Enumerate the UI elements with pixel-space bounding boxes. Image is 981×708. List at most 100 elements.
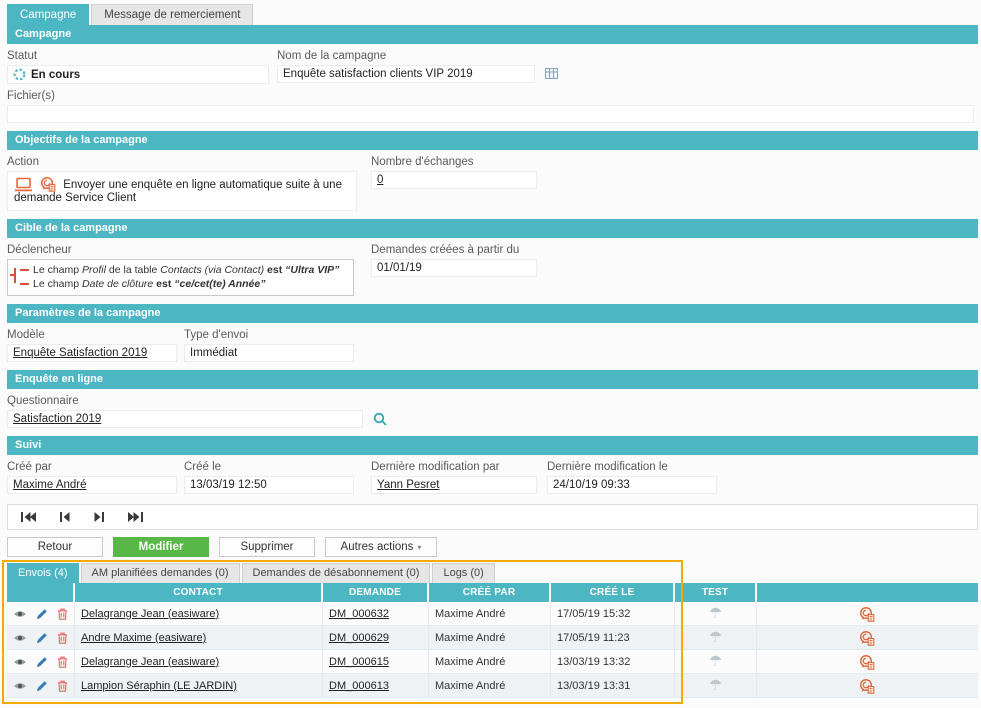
supprimer-button[interactable]: Supprimer <box>219 537 315 557</box>
table-row: Delagrange Jean (easiware) DM_000615 Max… <box>7 650 978 674</box>
view-eye-icon[interactable] <box>13 681 27 691</box>
section-parametres-title: Paramètres de la campagne <box>7 304 978 323</box>
delete-trash-icon[interactable] <box>57 608 68 620</box>
action-value: Envoyer une enquête en ligne automatique… <box>14 179 342 204</box>
cree-le-cell: 17/05/19 15:32 <box>551 602 675 625</box>
lookup-grid-icon[interactable] <box>545 68 558 79</box>
declencheur-label: Déclencheur <box>7 244 371 256</box>
edit-pencil-icon[interactable] <box>36 632 48 644</box>
questionnaire-label: Questionnaire <box>7 395 79 407</box>
demande-cell: DM_000629 <box>323 626 429 649</box>
rule-branch-icon <box>20 283 29 285</box>
fichiers-field[interactable] <box>7 105 974 123</box>
survey-bubble-icon[interactable] <box>859 606 876 622</box>
echanges-field[interactable]: 0 <box>371 171 537 189</box>
col-test[interactable]: TEST <box>675 583 757 602</box>
declencheur-rules: Le champ Profil de la table Contacts (vi… <box>7 259 354 296</box>
row-actions-cell <box>7 602 75 625</box>
contact-cell: Delagrange Jean (easiware) <box>75 650 323 673</box>
modifier-button[interactable]: Modifier <box>113 537 209 557</box>
contact-link[interactable]: Delagrange Jean (easiware) <box>81 608 219 620</box>
action-label: Action <box>7 156 371 168</box>
delete-trash-icon[interactable] <box>57 680 68 692</box>
cree-par-cell: Maxime André <box>429 602 551 625</box>
demande-link[interactable]: DM_000613 <box>329 680 389 692</box>
test-cell: ☂ <box>675 650 757 673</box>
retour-button[interactable]: Retour <box>7 537 103 557</box>
col-cree-le[interactable]: CRÉÉ LE <box>551 583 675 602</box>
umbrella-icon: ☂ <box>709 678 722 693</box>
survey-bubble-icon[interactable] <box>859 678 876 694</box>
rule-branch-icon <box>20 269 29 271</box>
demande-link[interactable]: DM_000629 <box>329 632 389 644</box>
fichiers-label: Fichier(s) <box>7 90 55 102</box>
row-actions-cell <box>7 650 75 673</box>
view-eye-icon[interactable] <box>13 633 27 643</box>
tab-desabonnement[interactable]: Demandes de désabonnement (0) <box>242 563 431 583</box>
demande-cell: DM_000632 <box>323 602 429 625</box>
umbrella-icon: ☂ <box>709 630 722 645</box>
edit-pencil-icon[interactable] <box>36 608 48 620</box>
tab-am-planifiees[interactable]: AM planifiées demandes (0) <box>81 563 240 583</box>
tab-message-remerciement[interactable]: Message de remerciement <box>91 4 253 25</box>
section-enquete-title: Enquête en ligne <box>7 370 978 389</box>
top-tab-bar: Campagne Message de remerciement <box>7 4 978 25</box>
nom-field[interactable]: Enquête satisfaction clients VIP 2019 <box>277 65 535 83</box>
next-record-icon[interactable] <box>93 511 105 523</box>
survey-bubble-icon[interactable] <box>859 630 876 646</box>
survey-bubble-icon <box>40 176 57 192</box>
modif-par-field[interactable]: Yann Pesret <box>371 476 537 494</box>
edit-pencil-icon[interactable] <box>36 680 48 692</box>
autres-actions-button[interactable]: Autres actions▾ <box>325 537 437 557</box>
campaign-page: Campagne Message de remerciement Campagn… <box>0 0 981 708</box>
cree-par-label: Créé par <box>7 461 184 473</box>
row-actions-cell <box>7 674 75 697</box>
cree-le-cell: 13/03/19 13:32 <box>551 650 675 673</box>
previous-record-icon[interactable] <box>59 511 71 523</box>
delete-trash-icon[interactable] <box>57 632 68 644</box>
type-envoi-label: Type d'envoi <box>184 329 248 341</box>
envois-table-body: Delagrange Jean (easiware) DM_000632 Max… <box>7 602 978 698</box>
tab-campagne[interactable]: Campagne <box>7 4 89 25</box>
cree-par-cell: Maxime André <box>429 626 551 649</box>
view-eye-icon[interactable] <box>13 657 27 667</box>
demandes-field[interactable]: 01/01/19 <box>371 259 537 277</box>
modele-field[interactable]: Enquête Satisfaction 2019 <box>7 344 177 362</box>
demande-link[interactable]: DM_000632 <box>329 608 389 620</box>
section-suivi: Suivi Créé par Créé le Dernière modifica… <box>7 436 978 494</box>
record-navigation-bar <box>7 504 978 530</box>
action-button-bar: Retour Modifier Supprimer Autres actions… <box>7 537 978 557</box>
col-cree-par[interactable]: CRÉÉ PAR <box>429 583 551 602</box>
contact-link[interactable]: Delagrange Jean (easiware) <box>81 656 219 668</box>
delete-trash-icon[interactable] <box>57 656 68 668</box>
statut-value: En cours <box>31 69 80 81</box>
demande-link[interactable]: DM_000615 <box>329 656 389 668</box>
laptop-icon <box>14 177 33 192</box>
rule-2: Le champ Date de clôture est “ce/cet(te)… <box>12 277 347 291</box>
col-demande[interactable]: DEMANDE <box>323 583 429 602</box>
col-contact[interactable]: CONTACT <box>75 583 323 602</box>
first-record-icon[interactable] <box>20 511 37 523</box>
tab-envois[interactable]: Envois (4) <box>7 563 79 583</box>
questionnaire-link[interactable]: Satisfaction 2019 <box>13 413 101 425</box>
survey-bubble-icon[interactable] <box>859 654 876 670</box>
rule-1: Le champ Profil de la table Contacts (vi… <box>12 263 347 277</box>
last-record-icon[interactable] <box>127 511 144 523</box>
contact-link[interactable]: Lampion Séraphin (LE JARDIN) <box>81 680 237 692</box>
search-icon[interactable] <box>373 412 388 427</box>
questionnaire-field[interactable]: Satisfaction 2019 <box>7 410 363 428</box>
contact-link[interactable]: Andre Maxime (easiware) <box>81 632 206 644</box>
echanges-value[interactable]: 0 <box>377 174 383 186</box>
view-eye-icon[interactable] <box>13 609 27 619</box>
modele-link[interactable]: Enquête Satisfaction 2019 <box>13 347 147 359</box>
edit-pencil-icon[interactable] <box>36 656 48 668</box>
section-cible: Cible de la campagne Déclencheur Demande… <box>7 219 978 296</box>
survey-cell <box>757 674 978 697</box>
tab-logs[interactable]: Logs (0) <box>432 563 494 583</box>
cree-par-cell: Maxime André <box>429 674 551 697</box>
survey-cell <box>757 650 978 673</box>
cree-par-cell: Maxime André <box>429 650 551 673</box>
cree-par-field[interactable]: Maxime André <box>7 476 177 494</box>
status-spinner-icon <box>13 68 26 81</box>
col-actions <box>7 583 75 602</box>
